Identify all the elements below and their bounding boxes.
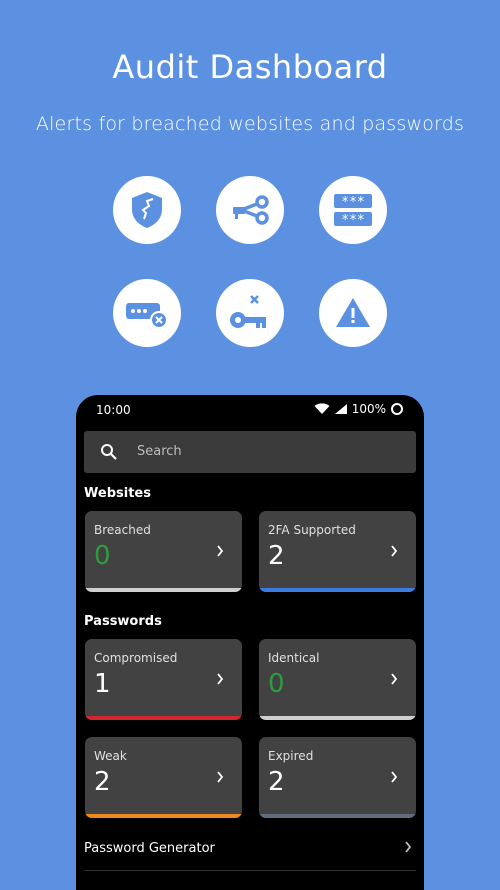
phone-screen: 10:00 100% Search Websites Breached 0 2F…: [76, 395, 424, 890]
status-bar: 10:00 100%: [76, 395, 424, 425]
card-status-bar: [259, 588, 416, 592]
identical-card[interactable]: Identical 0: [259, 639, 416, 720]
chevron-right-icon: [217, 545, 224, 557]
card-status-bar: [85, 716, 242, 720]
signal-icon: [334, 404, 347, 414]
svg-text:***: ***: [341, 213, 364, 227]
card-value: 1: [94, 669, 111, 699]
password-generator-label: Password Generator: [84, 841, 215, 856]
warning-icon: [319, 279, 387, 347]
card-status-bar: [85, 588, 242, 592]
2fa-supported-card[interactable]: 2FA Supported 2: [259, 511, 416, 592]
card-label: Breached: [94, 523, 151, 537]
battery-percent: 100%: [351, 402, 386, 416]
compromised-card[interactable]: Compromised 1: [85, 639, 242, 720]
password-blocked-icon: [113, 279, 181, 347]
divider: [84, 870, 416, 871]
search-placeholder: Search: [137, 444, 182, 459]
card-value: 2: [268, 767, 285, 797]
card-label: Weak: [94, 749, 127, 763]
websites-section-title: Websites: [84, 486, 151, 501]
status-time: 10:00: [96, 403, 131, 417]
card-label: Compromised: [94, 651, 178, 665]
breached-card[interactable]: Breached 0: [85, 511, 242, 592]
promo-headline: Audit Dashboard: [112, 48, 388, 86]
card-label: 2FA Supported: [268, 523, 356, 537]
card-value: 0: [268, 669, 285, 699]
password-dots-icon: *** ***: [319, 176, 387, 244]
search-icon: [101, 444, 117, 460]
weak-card[interactable]: Weak 2: [85, 737, 242, 818]
chevron-right-icon: [391, 545, 398, 557]
card-status-bar: [85, 814, 242, 818]
shield-breach-icon: [113, 176, 181, 244]
card-value: 0: [94, 541, 111, 571]
password-generator-row[interactable]: Password Generator: [76, 835, 424, 865]
card-label: Identical: [268, 651, 320, 665]
expired-card[interactable]: Expired 2: [259, 737, 416, 818]
card-status-bar: [259, 814, 416, 818]
battery-ring-icon: [391, 403, 403, 415]
key-link-icon: [216, 176, 284, 244]
search-bar[interactable]: Search: [84, 431, 416, 473]
chevron-right-icon: [217, 771, 224, 783]
card-value: 2: [94, 767, 111, 797]
chevron-right-icon: [391, 771, 398, 783]
card-status-bar: [259, 716, 416, 720]
chevron-right-icon: [405, 841, 412, 853]
card-value: 2: [268, 541, 285, 571]
card-label: Expired: [268, 749, 314, 763]
chevron-right-icon: [217, 673, 224, 685]
passwords-section-title: Passwords: [84, 614, 162, 629]
key-remove-icon: [216, 279, 284, 347]
svg-text:***: ***: [341, 195, 364, 210]
chevron-right-icon: [391, 673, 398, 685]
promo-subline: Alerts for breached websites and passwor…: [35, 113, 465, 135]
wifi-icon: [314, 403, 330, 414]
